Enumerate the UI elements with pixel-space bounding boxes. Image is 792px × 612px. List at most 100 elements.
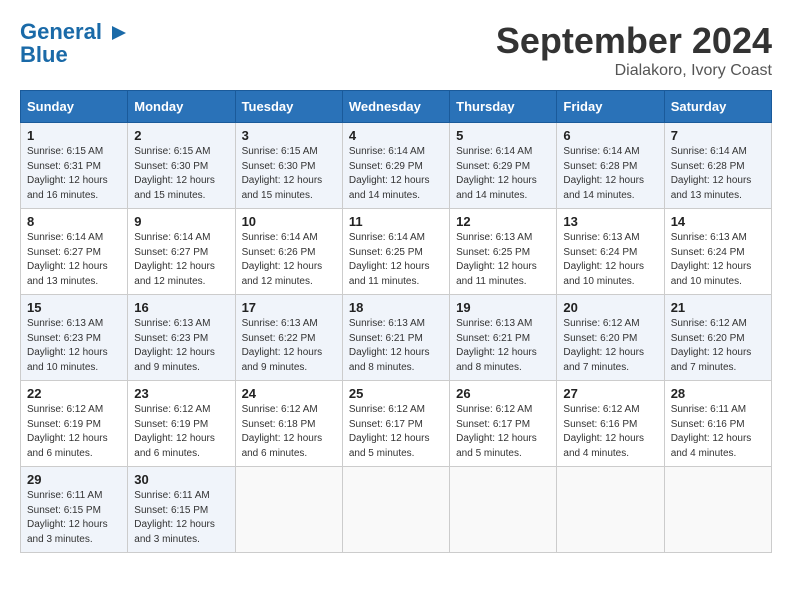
day-number: 26	[456, 386, 550, 401]
day-detail: Sunrise: 6:15 AM Sunset: 6:30 PM Dayligh…	[134, 145, 228, 203]
day-number: 13	[563, 214, 657, 229]
header-cell-thursday: Thursday	[450, 91, 557, 123]
day-cell: 15 Sunrise: 6:13 AM Sunset: 6:23 PM Dayl…	[21, 295, 128, 381]
logo-icon	[110, 24, 128, 42]
day-cell: 21 Sunrise: 6:12 AM Sunset: 6:20 PM Dayl…	[664, 295, 771, 381]
day-detail: Sunrise: 6:13 AM Sunset: 6:23 PM Dayligh…	[27, 317, 121, 375]
day-detail: Sunrise: 6:12 AM Sunset: 6:20 PM Dayligh…	[671, 317, 765, 375]
day-number: 30	[134, 472, 228, 487]
header-cell-tuesday: Tuesday	[235, 91, 342, 123]
week-row-2: 8 Sunrise: 6:14 AM Sunset: 6:27 PM Dayli…	[21, 209, 772, 295]
day-cell: 8 Sunrise: 6:14 AM Sunset: 6:27 PM Dayli…	[21, 209, 128, 295]
calendar-body: 1 Sunrise: 6:15 AM Sunset: 6:31 PM Dayli…	[21, 123, 772, 553]
day-number: 29	[27, 472, 121, 487]
day-cell: 10 Sunrise: 6:14 AM Sunset: 6:26 PM Dayl…	[235, 209, 342, 295]
day-cell: 24 Sunrise: 6:12 AM Sunset: 6:18 PM Dayl…	[235, 381, 342, 467]
day-number: 16	[134, 300, 228, 315]
day-number: 27	[563, 386, 657, 401]
day-number: 17	[242, 300, 336, 315]
day-detail: Sunrise: 6:14 AM Sunset: 6:29 PM Dayligh…	[456, 145, 550, 203]
day-detail: Sunrise: 6:12 AM Sunset: 6:20 PM Dayligh…	[563, 317, 657, 375]
day-number: 21	[671, 300, 765, 315]
day-detail: Sunrise: 6:15 AM Sunset: 6:31 PM Dayligh…	[27, 145, 121, 203]
header-cell-wednesday: Wednesday	[342, 91, 449, 123]
day-number: 2	[134, 128, 228, 143]
header-cell-saturday: Saturday	[664, 91, 771, 123]
header-row: SundayMondayTuesdayWednesdayThursdayFrid…	[21, 91, 772, 123]
day-number: 12	[456, 214, 550, 229]
day-detail: Sunrise: 6:14 AM Sunset: 6:25 PM Dayligh…	[349, 231, 443, 289]
day-detail: Sunrise: 6:12 AM Sunset: 6:19 PM Dayligh…	[134, 403, 228, 461]
day-detail: Sunrise: 6:13 AM Sunset: 6:23 PM Dayligh…	[134, 317, 228, 375]
day-detail: Sunrise: 6:12 AM Sunset: 6:16 PM Dayligh…	[563, 403, 657, 461]
day-detail: Sunrise: 6:15 AM Sunset: 6:30 PM Dayligh…	[242, 145, 336, 203]
location-subtitle: Dialakoro, Ivory Coast	[496, 62, 772, 80]
day-detail: Sunrise: 6:12 AM Sunset: 6:19 PM Dayligh…	[27, 403, 121, 461]
day-cell: 17 Sunrise: 6:13 AM Sunset: 6:22 PM Dayl…	[235, 295, 342, 381]
day-detail: Sunrise: 6:13 AM Sunset: 6:24 PM Dayligh…	[671, 231, 765, 289]
day-cell: 2 Sunrise: 6:15 AM Sunset: 6:30 PM Dayli…	[128, 123, 235, 209]
day-cell: 1 Sunrise: 6:15 AM Sunset: 6:31 PM Dayli…	[21, 123, 128, 209]
day-cell: 30 Sunrise: 6:11 AM Sunset: 6:15 PM Dayl…	[128, 467, 235, 553]
day-detail: Sunrise: 6:13 AM Sunset: 6:25 PM Dayligh…	[456, 231, 550, 289]
day-cell: 20 Sunrise: 6:12 AM Sunset: 6:20 PM Dayl…	[557, 295, 664, 381]
title-section: September 2024 Dialakoro, Ivory Coast	[496, 20, 772, 80]
header-cell-friday: Friday	[557, 91, 664, 123]
day-number: 5	[456, 128, 550, 143]
day-cell: 4 Sunrise: 6:14 AM Sunset: 6:29 PM Dayli…	[342, 123, 449, 209]
logo: General Blue	[20, 20, 128, 68]
day-cell: 23 Sunrise: 6:12 AM Sunset: 6:19 PM Dayl…	[128, 381, 235, 467]
week-row-3: 15 Sunrise: 6:13 AM Sunset: 6:23 PM Dayl…	[21, 295, 772, 381]
day-cell: 16 Sunrise: 6:13 AM Sunset: 6:23 PM Dayl…	[128, 295, 235, 381]
calendar-header: SundayMondayTuesdayWednesdayThursdayFrid…	[21, 91, 772, 123]
day-cell	[450, 467, 557, 553]
day-detail: Sunrise: 6:12 AM Sunset: 6:17 PM Dayligh…	[349, 403, 443, 461]
page-header: General Blue September 2024 Dialakoro, I…	[20, 20, 772, 80]
day-detail: Sunrise: 6:12 AM Sunset: 6:17 PM Dayligh…	[456, 403, 550, 461]
day-detail: Sunrise: 6:14 AM Sunset: 6:29 PM Dayligh…	[349, 145, 443, 203]
day-number: 22	[27, 386, 121, 401]
day-detail: Sunrise: 6:13 AM Sunset: 6:21 PM Dayligh…	[456, 317, 550, 375]
day-number: 9	[134, 214, 228, 229]
week-row-5: 29 Sunrise: 6:11 AM Sunset: 6:15 PM Dayl…	[21, 467, 772, 553]
day-detail: Sunrise: 6:11 AM Sunset: 6:15 PM Dayligh…	[134, 489, 228, 547]
day-detail: Sunrise: 6:13 AM Sunset: 6:22 PM Dayligh…	[242, 317, 336, 375]
day-cell	[235, 467, 342, 553]
header-cell-sunday: Sunday	[21, 91, 128, 123]
day-detail: Sunrise: 6:14 AM Sunset: 6:28 PM Dayligh…	[563, 145, 657, 203]
day-number: 6	[563, 128, 657, 143]
day-number: 11	[349, 214, 443, 229]
day-cell: 7 Sunrise: 6:14 AM Sunset: 6:28 PM Dayli…	[664, 123, 771, 209]
day-number: 23	[134, 386, 228, 401]
month-title: September 2024	[496, 20, 772, 62]
day-cell: 5 Sunrise: 6:14 AM Sunset: 6:29 PM Dayli…	[450, 123, 557, 209]
day-number: 1	[27, 128, 121, 143]
day-detail: Sunrise: 6:14 AM Sunset: 6:26 PM Dayligh…	[242, 231, 336, 289]
day-number: 4	[349, 128, 443, 143]
logo-blue: Blue	[20, 42, 68, 68]
day-detail: Sunrise: 6:11 AM Sunset: 6:16 PM Dayligh…	[671, 403, 765, 461]
day-number: 25	[349, 386, 443, 401]
day-cell: 27 Sunrise: 6:12 AM Sunset: 6:16 PM Dayl…	[557, 381, 664, 467]
logo-text: General	[20, 20, 128, 44]
day-cell	[664, 467, 771, 553]
day-cell: 28 Sunrise: 6:11 AM Sunset: 6:16 PM Dayl…	[664, 381, 771, 467]
day-detail: Sunrise: 6:14 AM Sunset: 6:28 PM Dayligh…	[671, 145, 765, 203]
day-detail: Sunrise: 6:14 AM Sunset: 6:27 PM Dayligh…	[134, 231, 228, 289]
day-number: 3	[242, 128, 336, 143]
day-detail: Sunrise: 6:13 AM Sunset: 6:24 PM Dayligh…	[563, 231, 657, 289]
day-cell: 25 Sunrise: 6:12 AM Sunset: 6:17 PM Dayl…	[342, 381, 449, 467]
day-detail: Sunrise: 6:13 AM Sunset: 6:21 PM Dayligh…	[349, 317, 443, 375]
day-cell: 22 Sunrise: 6:12 AM Sunset: 6:19 PM Dayl…	[21, 381, 128, 467]
calendar-table: SundayMondayTuesdayWednesdayThursdayFrid…	[20, 90, 772, 553]
day-cell: 11 Sunrise: 6:14 AM Sunset: 6:25 PM Dayl…	[342, 209, 449, 295]
day-cell: 12 Sunrise: 6:13 AM Sunset: 6:25 PM Dayl…	[450, 209, 557, 295]
day-number: 19	[456, 300, 550, 315]
day-cell: 6 Sunrise: 6:14 AM Sunset: 6:28 PM Dayli…	[557, 123, 664, 209]
day-cell: 13 Sunrise: 6:13 AM Sunset: 6:24 PM Dayl…	[557, 209, 664, 295]
day-detail: Sunrise: 6:12 AM Sunset: 6:18 PM Dayligh…	[242, 403, 336, 461]
day-cell: 18 Sunrise: 6:13 AM Sunset: 6:21 PM Dayl…	[342, 295, 449, 381]
day-number: 15	[27, 300, 121, 315]
day-cell: 19 Sunrise: 6:13 AM Sunset: 6:21 PM Dayl…	[450, 295, 557, 381]
week-row-1: 1 Sunrise: 6:15 AM Sunset: 6:31 PM Dayli…	[21, 123, 772, 209]
